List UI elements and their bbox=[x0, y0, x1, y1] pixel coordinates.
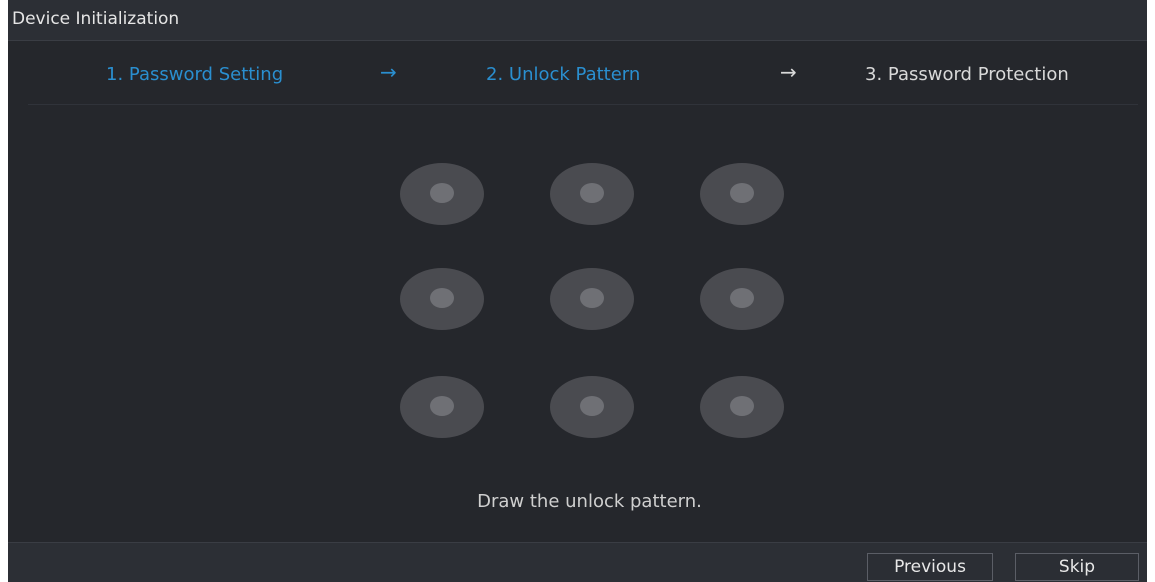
pattern-dot-core bbox=[580, 288, 604, 308]
pattern-dot-core bbox=[580, 396, 604, 416]
pattern-dot-core bbox=[430, 183, 454, 203]
pattern-dot-core bbox=[730, 183, 754, 203]
pattern-dot-core bbox=[430, 288, 454, 308]
pattern-dot-core bbox=[430, 396, 454, 416]
pattern-dot-core bbox=[730, 288, 754, 308]
pattern-dot-5[interactable] bbox=[550, 268, 634, 330]
pattern-dot-3[interactable] bbox=[700, 163, 784, 225]
pattern-dot-9[interactable] bbox=[700, 376, 784, 438]
pattern-dot-core bbox=[730, 396, 754, 416]
pattern-hint: Draw the unlock pattern. bbox=[477, 491, 702, 512]
pattern-dot-7[interactable] bbox=[400, 376, 484, 438]
device-initialization-window: Device Initialization 1. Password Settin… bbox=[8, 0, 1147, 582]
skip-button[interactable]: Skip bbox=[1015, 553, 1139, 581]
pattern-dot-8[interactable] bbox=[550, 376, 634, 438]
pattern-dot-4[interactable] bbox=[400, 268, 484, 330]
footer-bar: Previous Skip bbox=[8, 542, 1147, 582]
previous-button[interactable]: Previous bbox=[867, 553, 993, 581]
pattern-dot-6[interactable] bbox=[700, 268, 784, 330]
pattern-dot-2[interactable] bbox=[550, 163, 634, 225]
pattern-dot-1[interactable] bbox=[400, 163, 484, 225]
pattern-dot-core bbox=[580, 183, 604, 203]
